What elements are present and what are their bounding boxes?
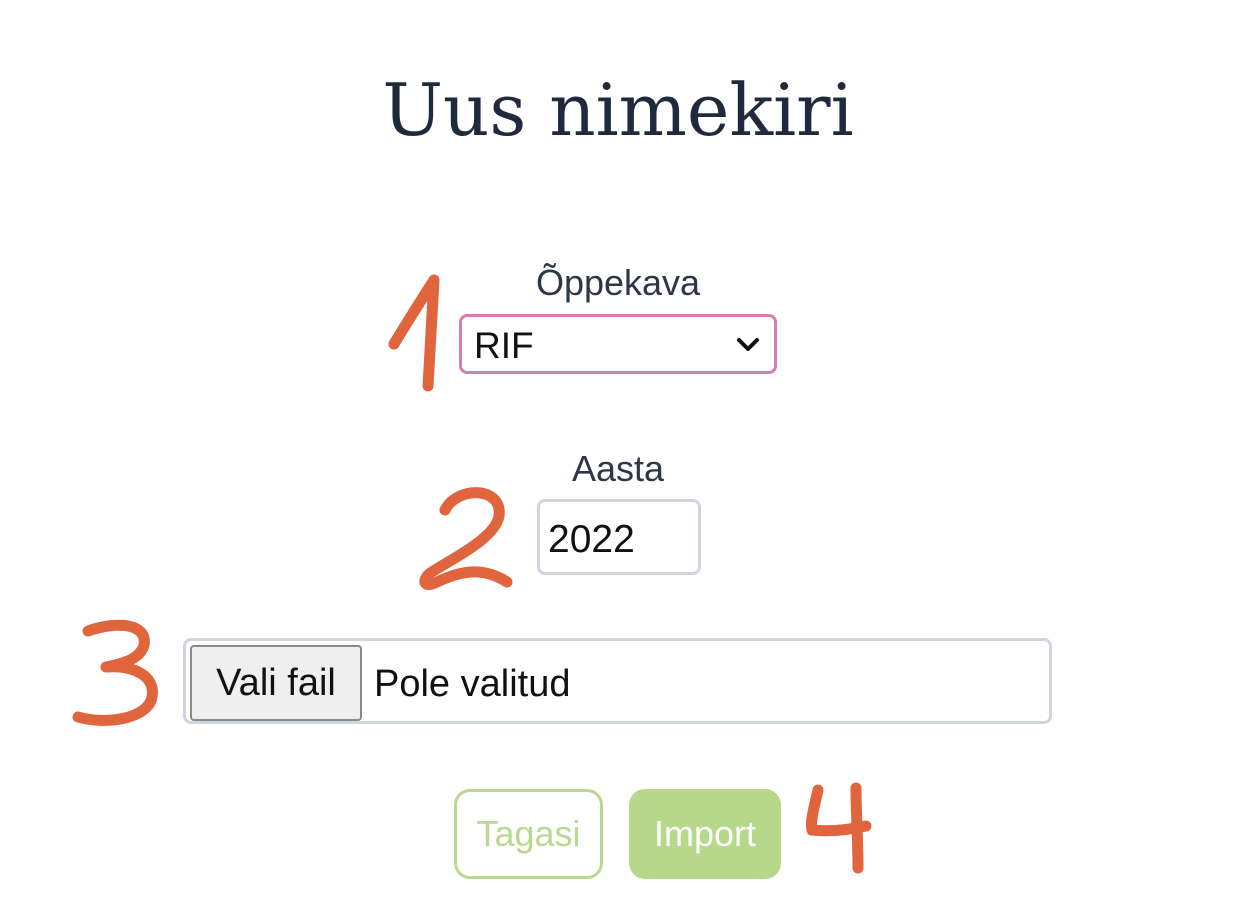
import-button[interactable]: Import [629,789,781,879]
curriculum-label: Õppekava [535,262,701,303]
year-input-value: 2022 [548,518,635,561]
year-input[interactable]: 2022 [537,499,701,575]
curriculum-selected-value: RIF [474,325,534,366]
choose-file-button[interactable]: Vali fail [190,645,362,721]
annotation-marker-3 [72,619,158,726]
curriculum-select[interactable]: RIF [459,314,777,374]
back-button[interactable]: Tagasi [454,789,603,879]
annotation-marker-4 [806,782,872,874]
page-title: Uus nimekiri [382,68,854,152]
annotation-marker-2 [419,487,513,590]
year-label: Aasta [571,448,665,489]
file-input[interactable]: Vali fail Pole valitud [183,638,1052,724]
chevron-down-icon [737,338,759,351]
file-status-text: Pole valitud [374,663,571,705]
annotation-marker-1 [388,274,440,392]
